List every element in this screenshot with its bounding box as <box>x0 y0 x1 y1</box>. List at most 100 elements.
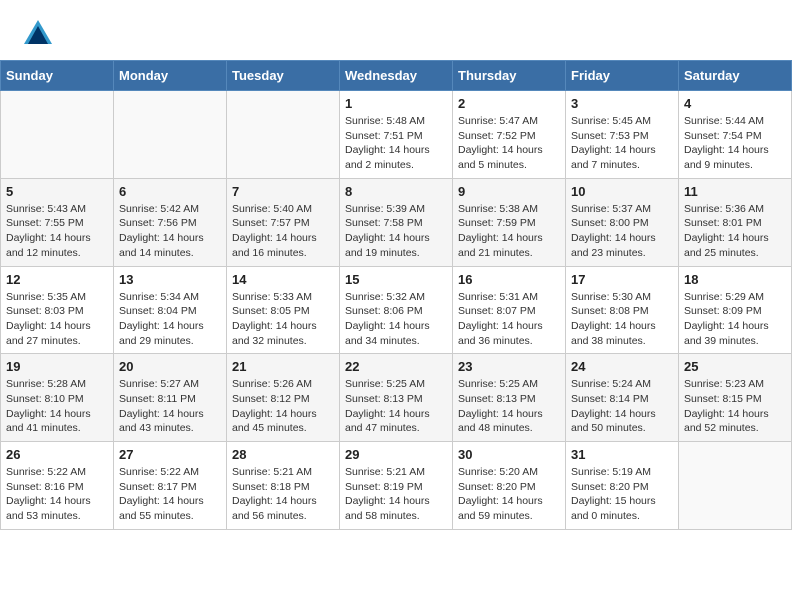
calendar-day-header: Tuesday <box>227 61 340 91</box>
day-number: 18 <box>684 272 786 287</box>
day-number: 30 <box>458 447 560 462</box>
day-number: 29 <box>345 447 447 462</box>
calendar-cell: 31 Sunrise: 5:19 AM Sunset: 8:20 PM Dayli… <box>566 442 679 530</box>
day-detail: Sunrise: 5:35 AM Sunset: 8:03 PM Dayligh… <box>6 290 108 349</box>
day-number: 5 <box>6 184 108 199</box>
day-number: 4 <box>684 96 786 111</box>
day-detail: Sunrise: 5:48 AM Sunset: 7:51 PM Dayligh… <box>345 114 447 173</box>
day-detail: Sunrise: 5:38 AM Sunset: 7:59 PM Dayligh… <box>458 202 560 261</box>
calendar-cell: 22 Sunrise: 5:25 AM Sunset: 8:13 PM Dayli… <box>340 354 453 442</box>
day-detail: Sunrise: 5:24 AM Sunset: 8:14 PM Dayligh… <box>571 377 673 436</box>
calendar-cell: 26Sunrise: 5:22 AM Sunset: 8:16 PM Dayli… <box>1 442 114 530</box>
calendar-cell <box>1 91 114 179</box>
day-detail: Sunrise: 5:19 AM Sunset: 8:20 PM Dayligh… <box>571 465 673 524</box>
page-header <box>0 0 792 60</box>
calendar-week-row: 5 Sunrise: 5:43 AM Sunset: 7:55 PM Daylig… <box>1 178 792 266</box>
calendar-cell: 19 Sunrise: 5:28 AM Sunset: 8:10 PM Dayli… <box>1 354 114 442</box>
day-number: 9 <box>458 184 560 199</box>
day-number: 12 <box>6 272 108 287</box>
day-detail: Sunrise: 5:28 AM Sunset: 8:10 PM Dayligh… <box>6 377 108 436</box>
day-number: 13 <box>119 272 221 287</box>
calendar-day-header: Monday <box>114 61 227 91</box>
calendar-cell: 8Sunrise: 5:39 AM Sunset: 7:58 PM Daylig… <box>340 178 453 266</box>
day-detail: Sunrise: 5:22 AM Sunset: 8:17 PM Dayligh… <box>119 465 221 524</box>
day-detail: Sunrise: 5:25 AM Sunset: 8:13 PM Dayligh… <box>345 377 447 436</box>
day-number: 10 <box>571 184 673 199</box>
day-number: 22 <box>345 359 447 374</box>
day-detail: Sunrise: 5:47 AM Sunset: 7:52 PM Dayligh… <box>458 114 560 173</box>
calendar-cell <box>679 442 792 530</box>
day-detail: Sunrise: 5:44 AM Sunset: 7:54 PM Dayligh… <box>684 114 786 173</box>
calendar-day-header: Saturday <box>679 61 792 91</box>
calendar-cell: 14 Sunrise: 5:33 AM Sunset: 8:05 PM Dayli… <box>227 266 340 354</box>
day-number: 28 <box>232 447 334 462</box>
calendar-cell: 20 Sunrise: 5:27 AM Sunset: 8:11 PM Dayli… <box>114 354 227 442</box>
day-detail: Sunrise: 5:33 AM Sunset: 8:05 PM Dayligh… <box>232 290 334 349</box>
day-detail: Sunrise: 5:42 AM Sunset: 7:56 PM Dayligh… <box>119 202 221 261</box>
day-detail: Sunrise: 5:20 AM Sunset: 8:20 PM Dayligh… <box>458 465 560 524</box>
calendar-cell: 1 Sunrise: 5:48 AM Sunset: 7:51 PM Daylig… <box>340 91 453 179</box>
day-number: 1 <box>345 96 447 111</box>
calendar-cell: 23 Sunrise: 5:25 AM Sunset: 8:13 PM Dayli… <box>453 354 566 442</box>
calendar-cell: 16Sunrise: 5:31 AM Sunset: 8:07 PM Dayli… <box>453 266 566 354</box>
day-detail: Sunrise: 5:30 AM Sunset: 8:08 PM Dayligh… <box>571 290 673 349</box>
calendar-week-row: 1 Sunrise: 5:48 AM Sunset: 7:51 PM Daylig… <box>1 91 792 179</box>
calendar-cell: 3 Sunrise: 5:45 AM Sunset: 7:53 PM Daylig… <box>566 91 679 179</box>
calendar-table: SundayMondayTuesdayWednesdayThursdayFrid… <box>0 60 792 530</box>
day-detail: Sunrise: 5:25 AM Sunset: 8:13 PM Dayligh… <box>458 377 560 436</box>
logo-icon <box>20 16 56 52</box>
calendar-cell: 15Sunrise: 5:32 AM Sunset: 8:06 PM Dayli… <box>340 266 453 354</box>
calendar-cell: 24 Sunrise: 5:24 AM Sunset: 8:14 PM Dayli… <box>566 354 679 442</box>
day-detail: Sunrise: 5:26 AM Sunset: 8:12 PM Dayligh… <box>232 377 334 436</box>
day-detail: Sunrise: 5:43 AM Sunset: 7:55 PM Dayligh… <box>6 202 108 261</box>
day-number: 14 <box>232 272 334 287</box>
calendar-day-header: Friday <box>566 61 679 91</box>
day-detail: Sunrise: 5:45 AM Sunset: 7:53 PM Dayligh… <box>571 114 673 173</box>
day-number: 11 <box>684 184 786 199</box>
day-number: 31 <box>571 447 673 462</box>
calendar-cell: 25Sunrise: 5:23 AM Sunset: 8:15 PM Dayli… <box>679 354 792 442</box>
day-number: 24 <box>571 359 673 374</box>
calendar-header-row: SundayMondayTuesdayWednesdayThursdayFrid… <box>1 61 792 91</box>
calendar-cell <box>114 91 227 179</box>
calendar-cell: 13 Sunrise: 5:34 AM Sunset: 8:04 PM Dayli… <box>114 266 227 354</box>
day-detail: Sunrise: 5:34 AM Sunset: 8:04 PM Dayligh… <box>119 290 221 349</box>
calendar-cell: 5 Sunrise: 5:43 AM Sunset: 7:55 PM Daylig… <box>1 178 114 266</box>
calendar-day-header: Sunday <box>1 61 114 91</box>
calendar-cell: 30 Sunrise: 5:20 AM Sunset: 8:20 PM Dayli… <box>453 442 566 530</box>
calendar-cell <box>227 91 340 179</box>
calendar-cell: 6 Sunrise: 5:42 AM Sunset: 7:56 PM Daylig… <box>114 178 227 266</box>
day-number: 16 <box>458 272 560 287</box>
day-detail: Sunrise: 5:32 AM Sunset: 8:06 PM Dayligh… <box>345 290 447 349</box>
calendar-week-row: 12 Sunrise: 5:35 AM Sunset: 8:03 PM Dayli… <box>1 266 792 354</box>
calendar-cell: 2Sunrise: 5:47 AM Sunset: 7:52 PM Daylig… <box>453 91 566 179</box>
day-number: 25 <box>684 359 786 374</box>
day-detail: Sunrise: 5:21 AM Sunset: 8:18 PM Dayligh… <box>232 465 334 524</box>
logo <box>20 16 60 52</box>
calendar-cell: 17Sunrise: 5:30 AM Sunset: 8:08 PM Dayli… <box>566 266 679 354</box>
day-detail: Sunrise: 5:39 AM Sunset: 7:58 PM Dayligh… <box>345 202 447 261</box>
calendar-cell: 21Sunrise: 5:26 AM Sunset: 8:12 PM Dayli… <box>227 354 340 442</box>
calendar-cell: 9 Sunrise: 5:38 AM Sunset: 7:59 PM Daylig… <box>453 178 566 266</box>
day-detail: Sunrise: 5:36 AM Sunset: 8:01 PM Dayligh… <box>684 202 786 261</box>
day-number: 27 <box>119 447 221 462</box>
calendar-cell: 28 Sunrise: 5:21 AM Sunset: 8:18 PM Dayli… <box>227 442 340 530</box>
day-number: 3 <box>571 96 673 111</box>
calendar-day-header: Thursday <box>453 61 566 91</box>
day-number: 20 <box>119 359 221 374</box>
calendar-cell: 27 Sunrise: 5:22 AM Sunset: 8:17 PM Dayli… <box>114 442 227 530</box>
calendar-cell: 10Sunrise: 5:37 AM Sunset: 8:00 PM Dayli… <box>566 178 679 266</box>
day-number: 26 <box>6 447 108 462</box>
day-number: 6 <box>119 184 221 199</box>
day-number: 7 <box>232 184 334 199</box>
calendar-cell: 4 Sunrise: 5:44 AM Sunset: 7:54 PM Daylig… <box>679 91 792 179</box>
calendar-cell: 29Sunrise: 5:21 AM Sunset: 8:19 PM Dayli… <box>340 442 453 530</box>
day-number: 23 <box>458 359 560 374</box>
calendar-cell: 7 Sunrise: 5:40 AM Sunset: 7:57 PM Daylig… <box>227 178 340 266</box>
calendar-cell: 12 Sunrise: 5:35 AM Sunset: 8:03 PM Dayli… <box>1 266 114 354</box>
calendar-cell: 11 Sunrise: 5:36 AM Sunset: 8:01 PM Dayli… <box>679 178 792 266</box>
day-number: 19 <box>6 359 108 374</box>
calendar-week-row: 26Sunrise: 5:22 AM Sunset: 8:16 PM Dayli… <box>1 442 792 530</box>
day-detail: Sunrise: 5:27 AM Sunset: 8:11 PM Dayligh… <box>119 377 221 436</box>
day-detail: Sunrise: 5:40 AM Sunset: 7:57 PM Dayligh… <box>232 202 334 261</box>
